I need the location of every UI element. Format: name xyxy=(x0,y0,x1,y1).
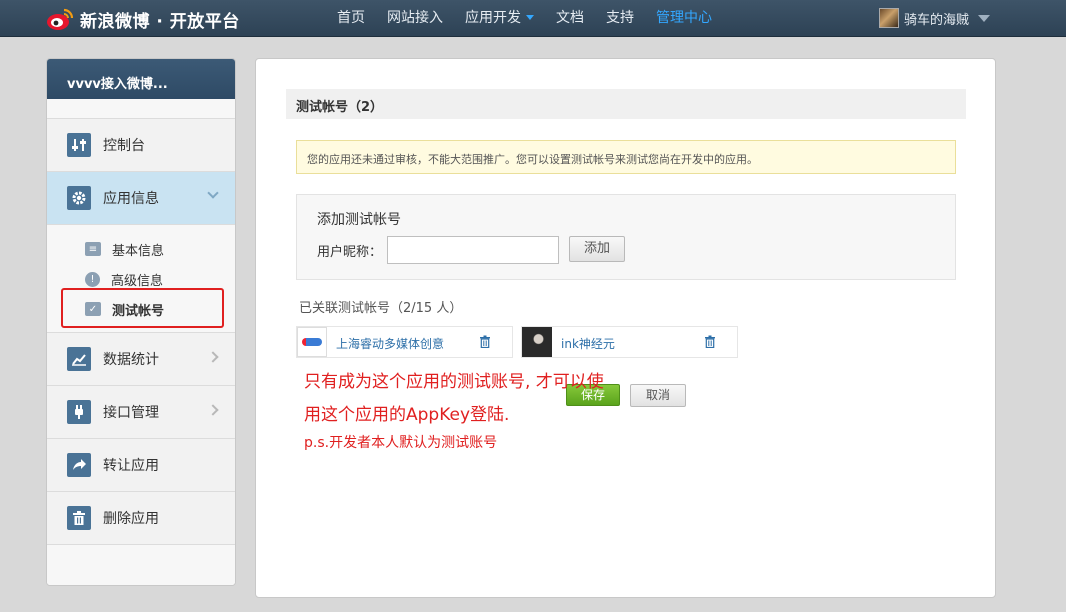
sidebar-item-label: 控制台 xyxy=(103,138,145,154)
user-avatar xyxy=(878,8,899,28)
trash-icon[interactable] xyxy=(479,335,491,349)
test-account-card: 上海睿动多媒体创意 xyxy=(296,326,513,358)
sidebar-item-label: 数据统计 xyxy=(103,352,159,368)
nav-label: 支持 xyxy=(606,10,634,26)
sidebar-item-label: 接口管理 xyxy=(103,405,159,421)
user-menu[interactable]: 骑车的海贼 xyxy=(878,6,990,30)
add-test-account-form: 添加测试帐号 用户昵称： 添加 xyxy=(296,194,956,280)
line-chart-icon xyxy=(67,347,91,371)
sidebar-item-app-info[interactable]: 应用信息 xyxy=(47,172,235,225)
add-form-title: 添加测试帐号 xyxy=(317,212,401,228)
submenu-item-test-accounts[interactable]: ✓ 测试帐号 xyxy=(47,294,235,324)
chevron-down-icon xyxy=(207,187,219,199)
sidebar-item-data-stats[interactable]: 数据统计 xyxy=(47,333,235,386)
add-button[interactable]: 添加 xyxy=(569,236,625,262)
nav-management-center[interactable]: 管理中心 xyxy=(645,0,723,37)
avatar xyxy=(522,327,552,357)
submenu-item-basic-info[interactable]: ≡ 基本信息 xyxy=(47,234,235,264)
nav-web-access[interactable]: 网站接入 xyxy=(376,0,454,37)
sidebar-item-api-management[interactable]: 接口管理 xyxy=(47,386,235,439)
logo[interactable]: 新浪微博 · 开放平台 xyxy=(46,6,240,32)
cancel-button[interactable]: 取消 xyxy=(630,384,686,407)
test-account-card: ink神经元 xyxy=(521,326,738,358)
nav-support[interactable]: 支持 xyxy=(595,0,645,37)
submenu-item-advanced-info[interactable]: ! 高级信息 xyxy=(47,264,235,294)
user-check-icon: ✓ xyxy=(85,302,101,316)
submenu-item-label: 高级信息 xyxy=(111,273,164,289)
nav-label: 网站接入 xyxy=(387,10,443,26)
nav-label: 首页 xyxy=(337,10,365,26)
nav-label: 应用开发 xyxy=(465,10,521,26)
chevron-right-icon xyxy=(207,351,219,363)
share-arrow-icon xyxy=(67,453,91,477)
account-name-link[interactable]: ink神经元 xyxy=(561,335,615,352)
trash-icon xyxy=(67,506,91,530)
annotation-line-2: 用这个应用的AppKey登陆. xyxy=(304,405,510,425)
main-panel: 测试帐号（2） 您的应用还未通过审核，不能大范围推广。您可以设置测试帐号来测试您… xyxy=(255,58,996,598)
sliders-icon xyxy=(67,133,91,157)
sidebar-item-console[interactable]: 控制台 xyxy=(47,119,235,172)
id-card-icon: ≡ xyxy=(85,242,101,256)
chevron-down-icon xyxy=(978,14,990,22)
caret-down-icon xyxy=(526,15,534,20)
section-title: 测试帐号（2） xyxy=(286,89,966,119)
logo-text: 新浪微博 · 开放平台 xyxy=(80,11,240,32)
gear-icon xyxy=(67,186,91,210)
sidebar-submenu: ≡ 基本信息 ! 高级信息 ✓ 测试帐号 xyxy=(47,225,235,333)
sidebar-footer xyxy=(47,545,235,585)
submenu-item-label: 测试帐号 xyxy=(112,303,165,319)
review-notice: 您的应用还未通过审核，不能大范围推广。您可以设置测试帐号来测试您尚在开发中的应用… xyxy=(296,140,956,174)
nav-app-dev[interactable]: 应用开发 xyxy=(454,0,545,37)
plug-icon xyxy=(67,400,91,424)
sidebar-item-label: 应用信息 xyxy=(103,191,159,207)
annotation-line-3: p.s.开发者本人默认为测试账号 xyxy=(304,435,498,451)
submenu-item-label: 基本信息 xyxy=(112,243,165,259)
nav-home[interactable]: 首页 xyxy=(326,0,376,37)
trash-icon[interactable] xyxy=(704,335,716,349)
nickname-label: 用户昵称： xyxy=(317,245,383,260)
sidebar-item-delete-app[interactable]: 删除应用 xyxy=(47,492,235,545)
chevron-right-icon xyxy=(207,404,219,416)
sidebar: vvvv接入微博... 控制台 应用信息 ≡ 基本信息 ! 高级信息 ✓ 测试帐… xyxy=(46,58,236,586)
linked-accounts-label: 已关联测试帐号（2/15 人） xyxy=(299,301,463,316)
user-name: 骑车的海贼 xyxy=(903,12,969,28)
avatar xyxy=(297,327,327,357)
nav-docs[interactable]: 文档 xyxy=(545,0,595,37)
nickname-input[interactable] xyxy=(387,236,559,264)
app-title: vvvv接入微博... xyxy=(47,59,235,99)
nav-label: 文档 xyxy=(556,10,584,26)
account-name-link[interactable]: 上海睿动多媒体创意 xyxy=(336,335,444,352)
weibo-logo-icon xyxy=(46,7,74,31)
top-navbar: 新浪微博 · 开放平台 首页 网站接入 应用开发 文档 支持 管理中心 骑车的海… xyxy=(0,0,1066,37)
sidebar-item-transfer-app[interactable]: 转让应用 xyxy=(47,439,235,492)
sidebar-spacer xyxy=(47,99,235,119)
sidebar-item-label: 删除应用 xyxy=(103,511,159,527)
main-nav: 首页 网站接入 应用开发 文档 支持 管理中心 xyxy=(326,0,723,37)
annotation-line-1: 只有成为这个应用的测试账号, 才可以使 xyxy=(304,372,604,392)
nav-label: 管理中心 xyxy=(656,10,712,26)
info-icon: ! xyxy=(85,271,100,287)
sidebar-item-label: 转让应用 xyxy=(103,458,159,474)
